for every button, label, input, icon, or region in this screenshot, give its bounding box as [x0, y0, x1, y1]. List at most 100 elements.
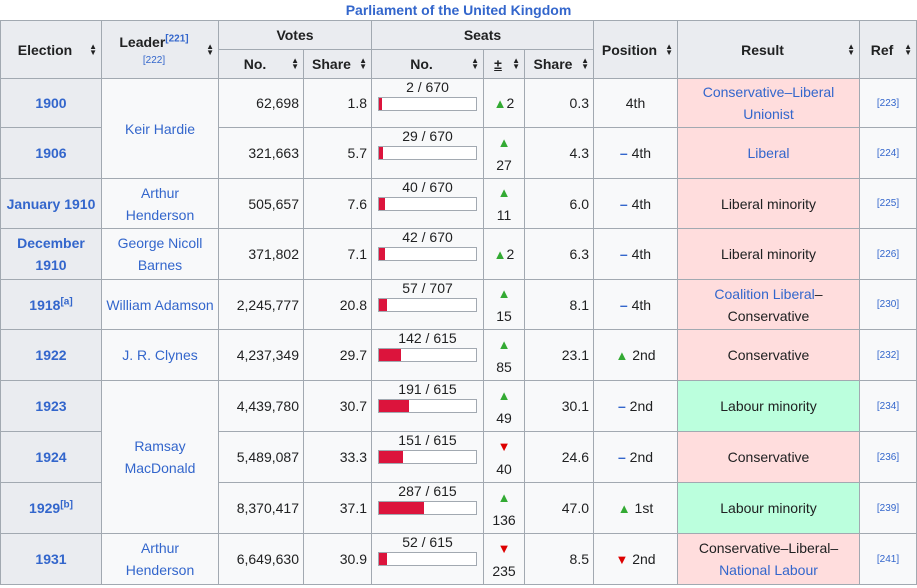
votes-number-cell: 62,698	[218, 78, 304, 128]
header-seats-no[interactable]: No. ▲ ▼	[371, 49, 484, 79]
seats-change-value: 85	[496, 358, 512, 375]
sort-arrows-icon[interactable]: ▲ ▼	[89, 42, 97, 56]
header-result-label: Result	[741, 41, 784, 58]
seats-change-cell: ▼ 235	[483, 533, 525, 585]
election-link[interactable]: 1918	[29, 297, 60, 313]
leader-ref-link[interactable]: [222]	[143, 55, 165, 66]
reference-link[interactable]: [224]	[859, 127, 917, 179]
reference-link[interactable]: [226]	[859, 228, 917, 280]
election-link[interactable]: 1931	[35, 551, 66, 567]
election-cell[interactable]: 1929[b]	[0, 482, 102, 534]
reference-link[interactable]: [234]	[859, 380, 917, 432]
header-election-label: Election	[17, 41, 73, 58]
election-link[interactable]: 1923	[35, 398, 66, 414]
result-cell[interactable]: Conservative–Liberal Unionist	[677, 78, 860, 128]
election-cell[interactable]: 1924	[0, 431, 102, 483]
votes-share-cell: 30.9	[303, 533, 372, 585]
reference-link[interactable]: [236]	[859, 431, 917, 483]
leader-link[interactable]: Ramsay MacDonald	[125, 438, 196, 476]
seats-share-cell: 8.5	[524, 533, 594, 585]
result-link[interactable]: National Labour	[719, 562, 818, 578]
election-cell[interactable]: 1918[a]	[0, 279, 102, 330]
leader-ref-link[interactable]: [221]	[165, 33, 188, 44]
sort-arrows-icon[interactable]: ▲ ▼	[581, 57, 589, 71]
sort-arrows-icon[interactable]: ▲ ▼	[665, 42, 673, 56]
table-row: 1918[a] William Adamson 2,245,777 20.8 57 / …	[0, 279, 917, 330]
up-triangle-icon: ▲	[493, 246, 507, 262]
reference-link[interactable]: [241]	[859, 533, 917, 585]
header-votes-share[interactable]: Share ▲ ▼	[303, 49, 372, 79]
leader-cell[interactable]: J. R. Clynes	[101, 329, 219, 381]
leader-cell[interactable]: Arthur Henderson	[101, 533, 219, 585]
header-seats-change-label: ±	[494, 56, 502, 72]
result-cell[interactable]: Coalition Liberal–Conservative	[677, 279, 860, 330]
result-link[interactable]: Coalition Liberal	[714, 286, 814, 302]
sort-arrows-icon[interactable]: ▲ ▼	[512, 57, 520, 71]
header-seats-change[interactable]: ± ▲ ▼	[483, 49, 525, 79]
election-cell[interactable]: 1931	[0, 533, 102, 585]
sort-arrows-icon[interactable]: ▲ ▼	[359, 57, 367, 71]
reference-link[interactable]: [223]	[859, 78, 917, 128]
reference-link[interactable]: [239]	[859, 482, 917, 534]
seats-bar	[378, 197, 477, 211]
seats-cell: 40 / 670	[371, 178, 484, 229]
seats-label: 29 / 670	[402, 128, 453, 144]
leader-link[interactable]: Arthur Henderson	[126, 540, 195, 578]
header-votes-no-label: No.	[243, 56, 267, 72]
reference-link[interactable]: [232]	[859, 329, 917, 381]
seats-cell: 142 / 615	[371, 329, 484, 381]
election-cell[interactable]: 1900	[0, 78, 102, 128]
header-position[interactable]: Position ▲ ▼	[593, 20, 678, 79]
leader-cell[interactable]: George Nicoll Barnes	[101, 228, 219, 280]
leader-cell[interactable]: Keir Hardie	[101, 78, 219, 179]
result-link[interactable]: Conservative–Liberal Unionist	[703, 84, 835, 122]
election-cell[interactable]: 1923	[0, 380, 102, 432]
sort-arrows-icon[interactable]: ▲ ▼	[291, 57, 299, 71]
leader-link[interactable]: J. R. Clynes	[122, 347, 197, 363]
election-note-link[interactable]: [a]	[60, 296, 72, 307]
position-cell: – 4th	[593, 127, 678, 179]
election-cell[interactable]: 1906	[0, 127, 102, 179]
sort-arrows-icon[interactable]: ▲ ▼	[847, 42, 855, 56]
result-cell[interactable]: Liberal	[677, 127, 860, 179]
election-link[interactable]: 1900	[35, 95, 66, 111]
leader-link[interactable]: Keir Hardie	[125, 121, 195, 137]
header-election[interactable]: Election ▲ ▼	[0, 20, 102, 79]
result-cell[interactable]: Conservative–Liberal– National Labour	[677, 533, 860, 585]
leader-link[interactable]: Arthur Henderson	[126, 185, 195, 223]
steady-dash-icon: –	[617, 398, 626, 414]
header-leader[interactable]: Leader[221] [222] ▲ ▼	[101, 20, 219, 79]
sort-arrows-icon[interactable]: ▲ ▼	[904, 42, 912, 56]
header-votes-no[interactable]: No. ▲ ▼	[218, 49, 304, 79]
reference-link[interactable]: [225]	[859, 178, 917, 229]
leader-link[interactable]: George Nicoll Barnes	[118, 235, 203, 273]
votes-number-cell: 8,370,417	[218, 482, 304, 534]
election-link[interactable]: December 1910	[17, 235, 85, 273]
election-link[interactable]: 1922	[35, 347, 66, 363]
election-link[interactable]: January 1910	[7, 196, 96, 212]
election-cell[interactable]: December 1910	[0, 228, 102, 280]
sort-arrows-icon[interactable]: ▲ ▼	[206, 42, 214, 56]
election-link[interactable]: 1906	[35, 145, 66, 161]
election-link[interactable]: 1929	[29, 500, 60, 516]
up-triangle-icon: ▲	[493, 95, 507, 111]
leader-cell[interactable]: William Adamson	[101, 279, 219, 330]
header-seats-share[interactable]: Share ▲ ▼	[524, 49, 594, 79]
leader-cell[interactable]: Ramsay MacDonald	[101, 380, 219, 534]
result-link[interactable]: Liberal	[747, 145, 789, 161]
votes-number-cell: 371,802	[218, 228, 304, 280]
leader-cell[interactable]: Arthur Henderson	[101, 178, 219, 229]
leader-link[interactable]: William Adamson	[106, 297, 213, 313]
election-link[interactable]: 1924	[35, 449, 66, 465]
reference-link[interactable]: [230]	[859, 279, 917, 330]
election-note-link[interactable]: [b]	[60, 499, 73, 510]
seats-share-cell: 0.3	[524, 78, 594, 128]
sort-arrows-icon[interactable]: ▲ ▼	[471, 57, 479, 71]
steady-dash-icon: –	[619, 246, 628, 262]
votes-share-cell: 30.7	[303, 380, 372, 432]
election-cell[interactable]: January 1910	[0, 178, 102, 229]
header-ref[interactable]: Ref ▲ ▼	[859, 20, 917, 79]
election-cell[interactable]: 1922	[0, 329, 102, 381]
table-caption[interactable]: Parliament of the United Kingdom	[0, 0, 917, 20]
header-result[interactable]: Result ▲ ▼	[677, 20, 860, 79]
